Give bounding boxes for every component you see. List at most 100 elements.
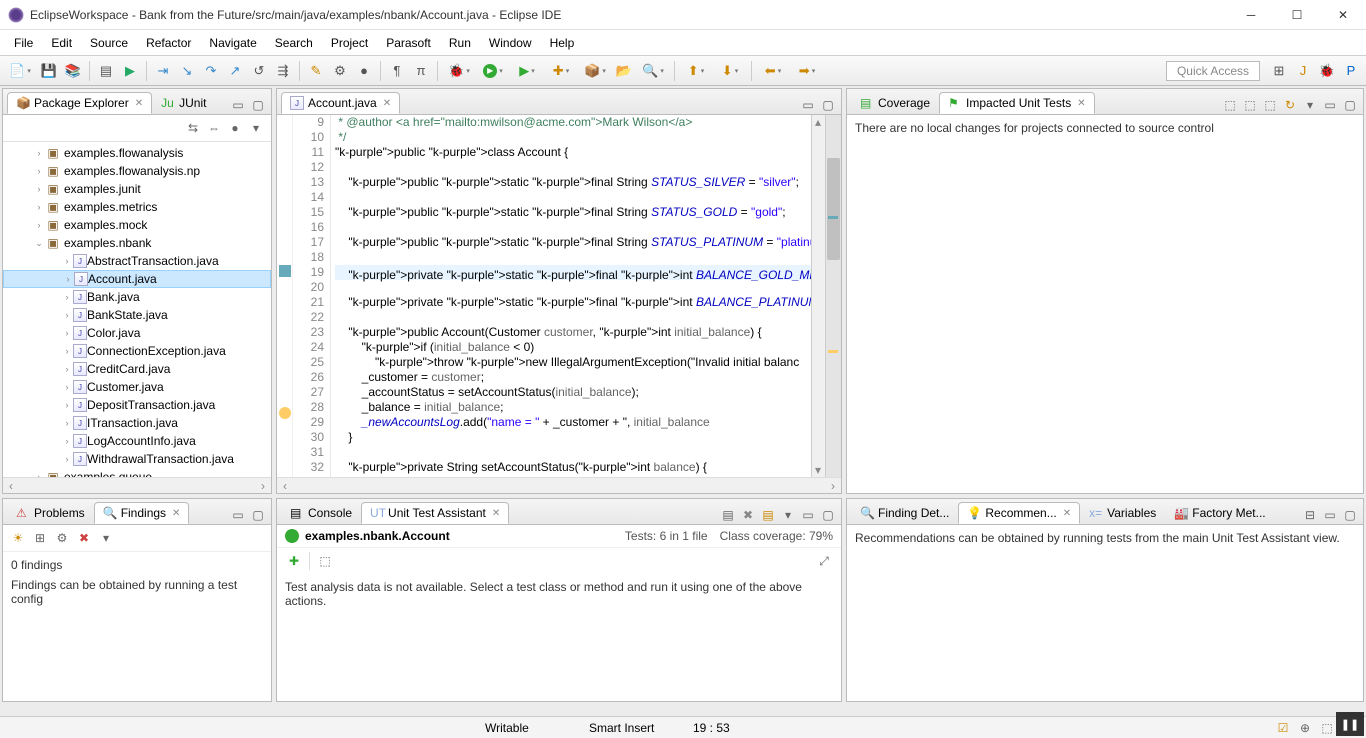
menu-parasoft[interactable]: Parasoft xyxy=(378,33,439,53)
collapse-all-button[interactable]: ⇆ xyxy=(184,119,202,137)
minimize-view-button[interactable]: ▭ xyxy=(799,506,817,524)
code-editor[interactable]: * @author <a href="mailto:mwilson@acme.c… xyxy=(331,115,811,477)
tab-variables[interactable]: x= Variables xyxy=(1080,502,1165,524)
close-icon[interactable]: ✕ xyxy=(135,98,143,109)
menu-file[interactable]: File xyxy=(6,33,41,53)
tab-findings[interactable]: 🔍 Findings ✕ xyxy=(94,502,190,524)
uta-action-button[interactable]: ✖ xyxy=(739,506,757,524)
tab-junit[interactable]: Ju JUnit xyxy=(152,92,215,114)
menu-navigate[interactable]: Navigate xyxy=(201,33,264,53)
close-icon[interactable]: ✕ xyxy=(1077,98,1085,109)
menu-project[interactable]: Project xyxy=(323,33,376,53)
save-all-button[interactable]: 📚 xyxy=(62,60,84,82)
minimize-view-button[interactable]: ▭ xyxy=(229,506,247,524)
view-menu-button[interactable]: ▾ xyxy=(247,119,265,137)
tree-file[interactable]: ›JITransaction.java xyxy=(3,414,271,432)
tab-problems[interactable]: ⚠ Problems xyxy=(7,502,94,524)
menu-help[interactable]: Help xyxy=(542,33,583,53)
back-button[interactable]: ⬅ xyxy=(757,60,789,82)
new-java-button[interactable]: ✚ xyxy=(545,60,577,82)
debug-perspective-button[interactable]: 🐞 xyxy=(1316,60,1338,82)
findings-btn[interactable]: ▾ xyxy=(97,529,115,547)
tree-package[interactable]: ›▣examples.flowanalysis.np xyxy=(3,162,271,180)
menu-run[interactable]: Run xyxy=(441,33,479,53)
tree-file[interactable]: ›JLogAccountInfo.java xyxy=(3,432,271,450)
tree-file[interactable]: ›JCreditCard.java xyxy=(3,360,271,378)
step-return-button[interactable]: ↗ xyxy=(224,60,246,82)
coverage-button[interactable]: ▶ xyxy=(511,60,543,82)
minimize-button[interactable]: ─ xyxy=(1228,0,1274,30)
scroll-right-button[interactable]: › xyxy=(255,479,271,493)
marker-column[interactable] xyxy=(277,115,293,477)
vscrollbar[interactable]: ▴ ▾ xyxy=(811,115,825,477)
tree-package[interactable]: ⌄▣examples.nbank xyxy=(3,234,271,252)
minimize-view-button[interactable]: ▭ xyxy=(229,96,247,114)
tab-impacted-tests[interactable]: ⚑ Impacted Unit Tests ✕ xyxy=(939,92,1095,114)
minimize-view-button[interactable]: ▭ xyxy=(1321,96,1339,114)
close-icon[interactable]: ✕ xyxy=(383,98,391,109)
trim-button[interactable]: ⬚ xyxy=(1318,719,1336,737)
close-button[interactable]: ✕ xyxy=(1320,0,1366,30)
tree-package[interactable]: ›▣examples.flowanalysis xyxy=(3,144,271,162)
open-type-button[interactable]: 📂 xyxy=(613,60,635,82)
step-over-button[interactable]: ↷ xyxy=(200,60,222,82)
show-whitespace-button[interactable]: π xyxy=(410,60,432,82)
tab-factory-methods[interactable]: 🏭 Factory Met... xyxy=(1165,502,1274,524)
maximize-view-button[interactable]: ▢ xyxy=(249,96,267,114)
uta-action-button[interactable]: ▤ xyxy=(719,506,737,524)
step-a-button[interactable]: ▶ xyxy=(119,60,141,82)
link-editor-button[interactable]: ⇔ xyxy=(205,119,223,137)
parasoft-test-button[interactable]: ✎ xyxy=(305,60,327,82)
menu-source[interactable]: Source xyxy=(82,33,136,53)
overview-ruler[interactable] xyxy=(825,115,841,477)
tab-recommendations[interactable]: 💡 Recommen... ✕ xyxy=(958,502,1080,524)
uta-expand-button[interactable]: ⤢ xyxy=(815,552,833,570)
tree-file[interactable]: ›JAbstractTransaction.java xyxy=(3,252,271,270)
skip-button[interactable]: ⇥ xyxy=(152,60,174,82)
action-button[interactable]: ↻ xyxy=(1281,96,1299,114)
forward-button[interactable]: ➡ xyxy=(791,60,823,82)
trim-button[interactable]: ⊕ xyxy=(1296,719,1314,737)
maximize-button[interactable]: ☐ xyxy=(1274,0,1320,30)
uta-action-button[interactable]: ▤ xyxy=(759,506,777,524)
save-button[interactable]: 💾 xyxy=(38,60,60,82)
debug-button[interactable]: 🐞 xyxy=(443,60,475,82)
editor-tab-account[interactable]: J Account.java ✕ xyxy=(281,92,400,114)
scroll-right-button[interactable]: › xyxy=(825,479,841,493)
minimize-view-button[interactable]: ▭ xyxy=(1321,506,1339,524)
tree-file[interactable]: ›JColor.java xyxy=(3,324,271,342)
action-button[interactable]: ⬚ xyxy=(1221,96,1239,114)
parasoft-analyze-button[interactable]: ⚙ xyxy=(329,60,351,82)
action-button[interactable]: ⬚ xyxy=(1261,96,1279,114)
close-icon[interactable]: ✕ xyxy=(1063,508,1071,519)
tree-package[interactable]: ›▣examples.queue xyxy=(3,468,271,477)
maximize-view-button[interactable]: ▢ xyxy=(819,506,837,524)
tree-file[interactable]: ›JCustomer.java xyxy=(3,378,271,396)
toggle-selection-button[interactable]: ▤ xyxy=(95,60,117,82)
tree-file[interactable]: ›JBankState.java xyxy=(3,306,271,324)
menu-search[interactable]: Search xyxy=(267,33,321,53)
step-filters-button[interactable]: ⇶ xyxy=(272,60,294,82)
menu-edit[interactable]: Edit xyxy=(43,33,80,53)
open-perspective-button[interactable]: ⊞ xyxy=(1268,60,1290,82)
tree-file[interactable]: ›JConnectionException.java xyxy=(3,342,271,360)
maximize-editor-button[interactable]: ▢ xyxy=(819,96,837,114)
tree-file[interactable]: ›JBank.java xyxy=(3,288,271,306)
uta-link-button[interactable]: ⬚ xyxy=(316,552,334,570)
tab-uta[interactable]: UT Unit Test Assistant ✕ xyxy=(361,502,509,524)
menu-window[interactable]: Window xyxy=(481,33,540,53)
maximize-view-button[interactable]: ▢ xyxy=(249,506,267,524)
focus-task-button[interactable]: ● xyxy=(226,119,244,137)
tree-file-selected[interactable]: ›JAccount.java xyxy=(3,270,271,288)
maximize-view-button[interactable]: ▢ xyxy=(1341,506,1359,524)
step-into-button[interactable]: ↘ xyxy=(176,60,198,82)
tree-file[interactable]: ›JDepositTransaction.java xyxy=(3,396,271,414)
minimize-editor-button[interactable]: ▭ xyxy=(799,96,817,114)
tab-console[interactable]: ▤ Console xyxy=(281,502,361,524)
toggle-breakpoint-button[interactable]: ● xyxy=(353,60,375,82)
tree-package[interactable]: ›▣examples.mock xyxy=(3,216,271,234)
quick-access-input[interactable]: Quick Access xyxy=(1166,61,1260,81)
close-icon[interactable]: ✕ xyxy=(492,508,500,519)
tab-package-explorer[interactable]: 📦 Package Explorer ✕ xyxy=(7,92,152,114)
trim-button[interactable]: ☑ xyxy=(1274,719,1292,737)
